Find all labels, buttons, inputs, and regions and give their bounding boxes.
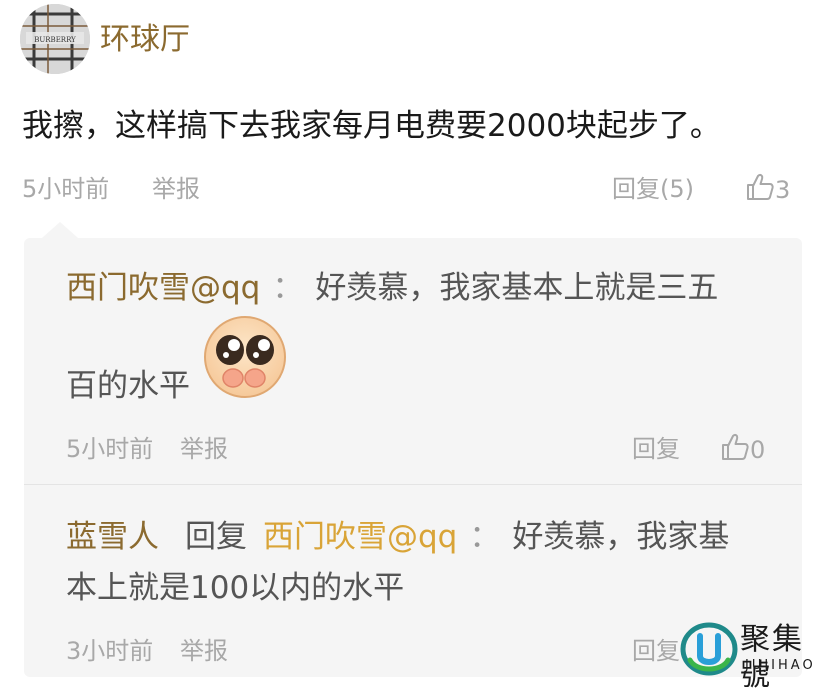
reply-1-report-link[interactable]: 举报 <box>180 433 228 465</box>
reply-2-report-link[interactable]: 举报 <box>180 635 228 667</box>
reply-2-text-line2: 本上就是100以内的水平 <box>66 570 405 606</box>
reply-2-reply-word: 回复 <box>185 519 247 555</box>
avatar-brand-text: BURBERRY <box>34 36 76 44</box>
reply-2-time: 3小时前 <box>66 637 154 665</box>
reply-1-text-line2: 百的水平 <box>66 368 190 404</box>
reply-1-reply-button[interactable]: 回复 <box>632 433 680 465</box>
avatar[interactable]: BURBERRY <box>20 4 90 74</box>
reply-1-text-line1: 好羡慕，我家基本上就是三五 <box>315 270 719 306</box>
reply-2-author[interactable]: 蓝雪人 <box>66 519 159 555</box>
watermark-en: JUJIHAO <box>745 658 816 673</box>
reply-1-like-count: 0 <box>750 436 766 464</box>
post-reply-button[interactable]: 回复(5) <box>612 173 694 205</box>
reply-box-arrow <box>42 222 78 238</box>
cute-face-emoji-icon <box>200 312 290 402</box>
reply-1-time: 5小时前 <box>66 435 154 463</box>
post-time: 5小时前 <box>22 175 110 203</box>
avatar-image: BURBERRY <box>20 4 90 74</box>
reply-1-colon: ： <box>272 270 304 306</box>
post-like-button[interactable]: 3 <box>745 173 790 209</box>
reply-2-target[interactable]: 西门吹雪@qq <box>247 519 457 555</box>
reply-2-reply-button[interactable]: 回复 <box>632 635 680 667</box>
post-like-count: 3 <box>775 176 791 204</box>
reply-1-line-1: 西门吹雪@qq ： 好羡慕，我家基本上就是三五 <box>66 266 718 310</box>
post-report-link[interactable]: 举报 <box>152 173 200 205</box>
reply-1-like-button[interactable]: 0 <box>720 433 765 469</box>
thumbs-up-icon <box>745 173 775 209</box>
reply-1-author[interactable]: 西门吹雪@qq <box>66 270 260 306</box>
reply-divider <box>24 484 802 485</box>
reply-2-line-1: 蓝雪人 回复 西门吹雪@qq ： 好羡慕，我家基 <box>66 515 729 559</box>
jujihao-logo-icon <box>680 622 738 676</box>
post-text: 我擦，这样搞下去我家每月电费要2000块起步了。 <box>22 108 721 144</box>
thumbs-up-icon <box>720 433 750 469</box>
reply-2-colon: ： <box>469 519 501 555</box>
post-username[interactable]: 环球厅 <box>100 20 190 60</box>
reply-2-text-line1: 好羡慕，我家基 <box>512 519 730 555</box>
